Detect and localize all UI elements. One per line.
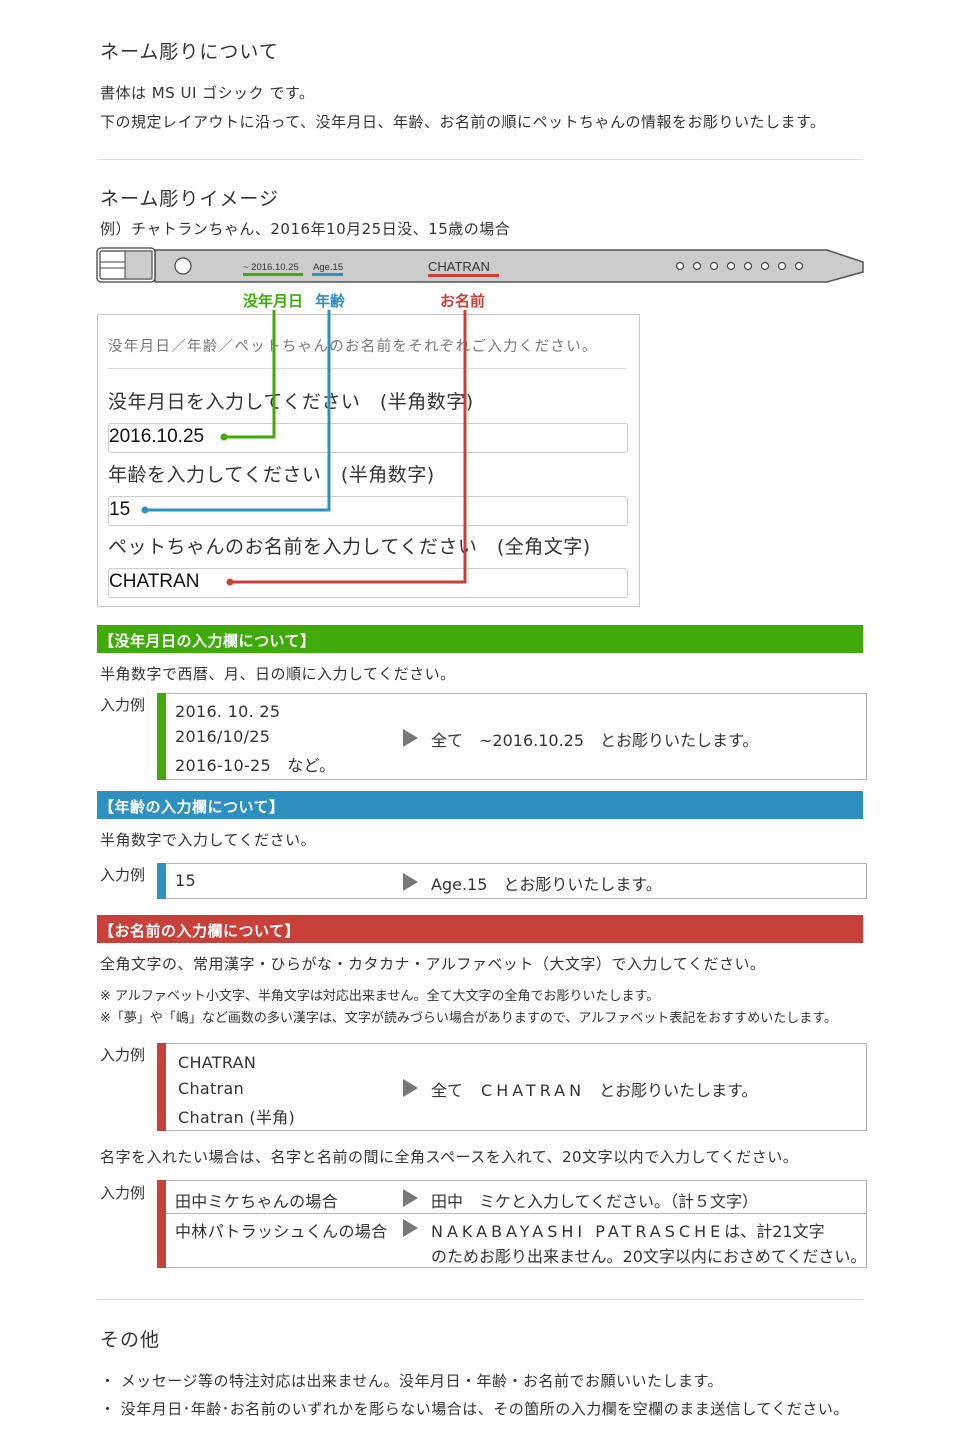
name-example-1: CHATRAN (178, 1053, 257, 1072)
belt-hole (777, 261, 787, 271)
date-section-desc: 半角数字で西暦、月、日の順に入力してください。 (100, 665, 456, 683)
date-example-1: 2016. 10. 25 (175, 702, 281, 721)
date-label: 没年月日を入力してください (半角数字) (108, 391, 474, 413)
age-result: Age.15 とお彫りいたします。 (431, 875, 662, 894)
age-example-box: 15 Age.15 とお彫りいたします。 (157, 863, 867, 899)
name-section-header: 【お名前の入力欄について】 (97, 915, 863, 943)
image-title: ネーム彫りイメージ (100, 188, 280, 210)
legend-date: 没年月日 (243, 292, 304, 310)
name-example-2: Chatran (178, 1079, 245, 1098)
date-example-label: 入力例 (100, 696, 146, 714)
date-input[interactable]: 2016.10.25 (108, 423, 628, 453)
surname-example-label: 入力例 (100, 1184, 146, 1202)
belt-name-text: CHATRAN (428, 259, 490, 274)
other-item-1: ・ メッセージ等の特注対応は出来ません。没年月日・年齢・お名前でお願いいたします… (100, 1372, 724, 1390)
image-example: 例）チャトランちゃん、2016年10月25日没、15歳の場合 (100, 220, 511, 238)
surname-result-2a: NAKABAYASHI PATRASCHEは、計21文字 (431, 1218, 825, 1242)
age-section-desc: 半角数字で入力してください。 (100, 831, 317, 849)
belt-illustration: ~ 2016.10.25 Age.15 CHATRAN (96, 247, 864, 283)
name-section-desc: 全角文字の、常用漢字・ひらがな・カタカナ・アルファベット（大文字）で入力してくだ… (100, 955, 766, 973)
belt-hole (726, 261, 736, 271)
name-result-suffix: とお彫りいたします。 (599, 1081, 758, 1100)
surname-example-box: 田中ミケちゃんの場合 田中 ミケと入力してください。（計５文字） 中林パトラッシ… (157, 1180, 867, 1268)
name-example-label: 入力例 (100, 1046, 146, 1064)
belt-hole (743, 261, 753, 271)
other-title: その他 (100, 1329, 161, 1351)
about-title: ネーム彫りについて (100, 41, 279, 63)
age-section-header: 【年齢の入力欄について】 (97, 791, 863, 819)
surname-result-2b: のためお彫り出来ません。20文字以内におさめてください。 (431, 1247, 867, 1266)
name-result: 全て CHATRAN とお彫りいたします。 (431, 1077, 757, 1101)
date-example-3: 2016-10-25 など。 (175, 756, 336, 775)
surname-result-suffix: は、計21文字 (724, 1222, 825, 1241)
name-example-3: Chatran (半角) (178, 1108, 296, 1127)
name-label: ペットちゃんのお名前を入力してください (全角文字) (108, 536, 591, 558)
date-example-box: 2016. 10. 25 2016/10/25 2016-10-25 など。 全… (157, 693, 867, 780)
age-label: 年齢を入力してください (半角数字) (108, 464, 435, 486)
name-example-box: CHATRAN Chatran Chatran (半角) 全て CHATRAN とお… (157, 1043, 867, 1131)
belt-hole (760, 261, 770, 271)
date-example-2: 2016/10/25 (175, 727, 271, 746)
name-note-1: ※ アルファベット小文字、半角文字は対応出来ません。全て大文字の全角でお彫りいた… (100, 989, 660, 1004)
surname-case-2: 中林パトラッシュくんの場合 (175, 1222, 388, 1241)
age-example-input: 15 (175, 871, 196, 890)
date-section-header: 【没年月日の入力欄について】 (97, 625, 863, 653)
layout-info: 下の規定レイアウトに沿って、没年月日、年齢、お名前の順にペットちゃんの情報をお彫… (100, 113, 826, 131)
divider (97, 1299, 863, 1300)
name-input[interactable]: CHATRAN (108, 568, 628, 598)
surname-result-1: 田中 ミケと入力してください。（計５文字） (431, 1192, 759, 1211)
belt-date-underline (243, 273, 303, 276)
arrow-right-icon (403, 1189, 418, 1207)
belt-name-underline (428, 274, 499, 277)
arrow-right-icon (403, 1219, 418, 1237)
form-preview: 没年月日／年齢／ペットちゃんのお名前をそれぞれご入力ください。 没年月日を入力し… (97, 314, 640, 607)
row-divider (166, 1213, 866, 1214)
name-result-prefix: 全て (431, 1081, 464, 1100)
belt-hole (709, 261, 719, 271)
form-intro: 没年月日／年齢／ペットちゃんのお名前をそれぞれご入力ください。 (108, 339, 598, 355)
other-item-2: ・ 没年月日･年齢･お名前のいずれかを彫らない場合は、その箇所の入力欄を空欄のま… (100, 1400, 849, 1418)
belt-hole (794, 261, 804, 271)
form-divider (108, 368, 626, 369)
name-result-name: CHATRAN (481, 1081, 586, 1100)
belt-date-text: ~ 2016.10.25 (243, 262, 299, 273)
legend-name: お名前 (440, 292, 486, 310)
belt-hole (692, 261, 702, 271)
legend-age: 年齢 (315, 292, 346, 310)
age-example-label: 入力例 (100, 866, 146, 884)
divider (97, 159, 863, 160)
belt-hole (675, 261, 685, 271)
age-input[interactable]: 15 (108, 496, 628, 526)
surname-case-1: 田中ミケちゃんの場合 (175, 1192, 339, 1211)
belt-loop-hole (174, 257, 192, 275)
belt-age-underline (312, 273, 343, 276)
arrow-right-icon (403, 1079, 418, 1097)
date-result: 全て ~2016.10.25 とお彫りいたします。 (431, 731, 759, 750)
belt-age-text: Age.15 (313, 262, 343, 273)
surname-result-name: NAKABAYASHI PATRASCHE (431, 1222, 725, 1241)
font-info: 書体は MS UI ゴシック です。 (100, 84, 315, 102)
arrow-right-icon (403, 729, 418, 747)
name-note-2: ※「夢」や「嶋」など画数の多い漢字は、文字が読みづらい場合がありますので、アルフ… (100, 1011, 837, 1026)
arrow-right-icon (403, 873, 418, 891)
surname-note: 名字を入れたい場合は、名字と名前の間に全角スペースを入れて、20文字以内で入力し… (100, 1148, 799, 1166)
